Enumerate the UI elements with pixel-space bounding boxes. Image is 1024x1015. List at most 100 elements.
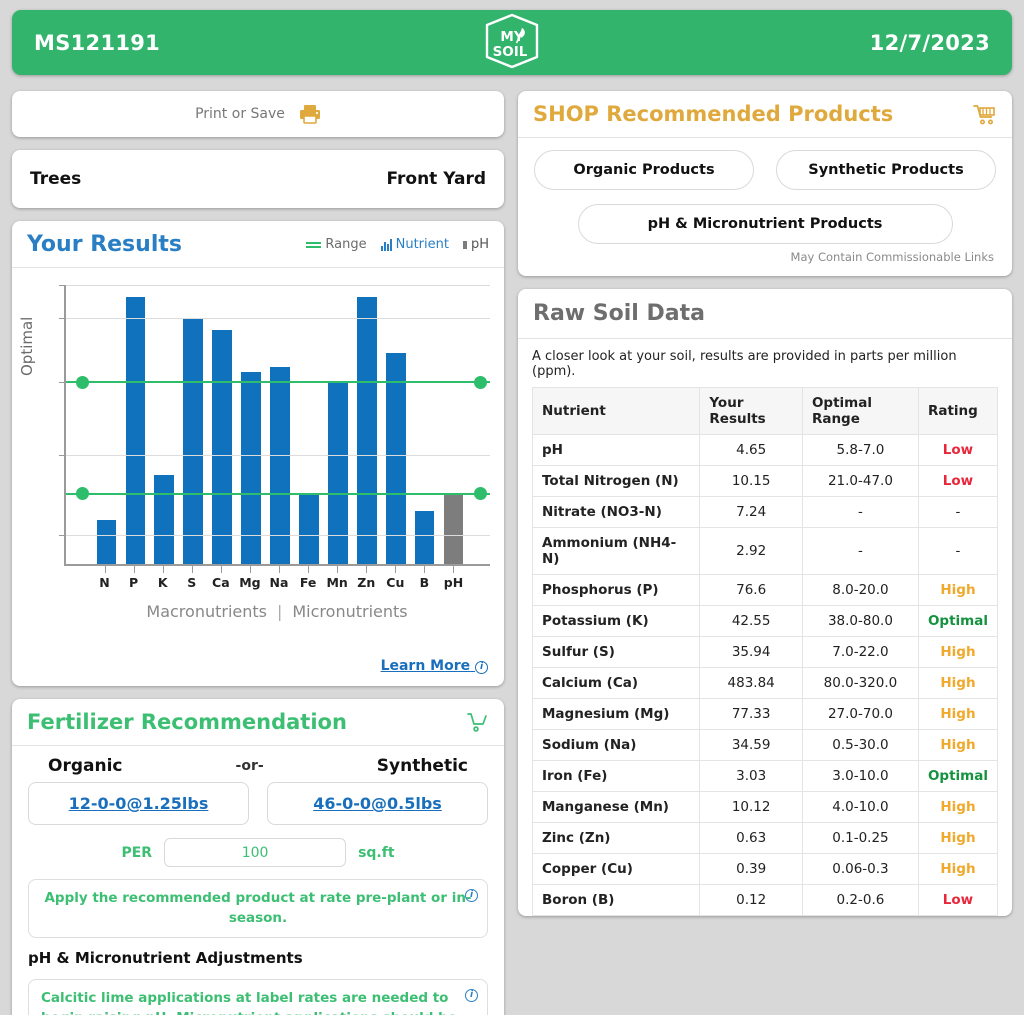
chart-bar-mn[interactable] <box>328 383 348 564</box>
chart-gridline <box>66 318 490 320</box>
cell-nutrient: Nitrate (NO3-N) <box>531 496 701 528</box>
fertilizer-title: Fertilizer Recommendation <box>27 710 347 734</box>
sqft-label: sq.ft <box>358 844 395 861</box>
chart-x-tick <box>381 566 410 573</box>
table-body: pH 4.65 5.8-7.0 Low Total Nitrogen (N) 10.15 2… <box>531 434 999 916</box>
chart-bar-slot <box>439 286 468 564</box>
organic-label: Organic <box>48 756 123 776</box>
cell-rating: Low <box>917 884 999 916</box>
table-row: Sulfur (S) 35.94 7.0-22.0 High <box>531 636 999 668</box>
shopping-cart-icon[interactable] <box>973 104 997 125</box>
fertilizer-header: Fertilizer Recommendation <box>12 699 504 746</box>
chart-bars <box>66 286 490 564</box>
cell-optimal-range: 0.1-0.25 <box>801 822 919 854</box>
cell-your-result: 10.15 <box>699 465 803 497</box>
cell-nutrient: Sodium (Na) <box>531 729 701 761</box>
chart-y-tick <box>59 454 66 456</box>
shop-body: Organic Products Synthetic Products pH &… <box>518 138 1012 276</box>
info-icon[interactable]: i <box>465 989 478 1003</box>
chart-bar-n[interactable] <box>96 519 117 564</box>
fertilizer-recommendation-card: Fertilizer Recommendation Organic -or- S… <box>12 699 504 1015</box>
cell-rating: High <box>917 822 999 854</box>
chart-bar-slot <box>121 286 150 564</box>
raw-soil-data-header: Raw Soil Data <box>518 289 1012 339</box>
apply-note-box: Apply the recommended product at rate pr… <box>28 879 488 939</box>
crop-location-card[interactable]: Trees Front Yard <box>12 150 504 208</box>
print-or-save-button[interactable]: Print or Save <box>12 91 504 137</box>
location-name: Front Yard <box>386 169 486 189</box>
shop-header: SHOP Recommended Products <box>518 91 1012 138</box>
organic-product-link[interactable]: 12-0-0@1.25lbs <box>69 794 209 813</box>
results-learn-more-link[interactable]: Learn More i <box>381 658 488 674</box>
chart-bar-slot <box>92 286 121 564</box>
mysoil-logo-icon: MY SOIL <box>485 13 539 68</box>
cell-rating: High <box>917 791 999 823</box>
table-head: Nutrient Your Results Optimal Range Rati… <box>531 387 999 435</box>
cell-your-result: 76.6 <box>699 574 803 606</box>
column-header-nutrient: Nutrient <box>531 387 701 435</box>
cell-your-result: 3.03 <box>699 760 803 792</box>
synthetic-product-button[interactable]: 46-0-0@0.5lbs <box>267 782 488 825</box>
chart-gridline <box>66 285 490 286</box>
chart-x-label-ph: pH <box>443 575 464 590</box>
chart-x-label-na: Na <box>269 575 289 590</box>
chart-bar-slot <box>237 286 266 564</box>
range-lines-icon <box>306 241 322 248</box>
cell-rating: Low <box>917 465 999 497</box>
info-icon[interactable]: i <box>465 889 478 902</box>
per-label: PER <box>121 844 153 861</box>
cell-nutrient: Potassium (K) <box>531 605 701 637</box>
results-learn-more[interactable]: Learn More i <box>12 653 504 686</box>
cell-your-result: 35.94 <box>699 636 803 668</box>
cell-nutrient: Boron (B) <box>531 884 701 916</box>
chart-x-label-k: K <box>157 575 168 590</box>
chart-bar-b[interactable] <box>414 511 435 564</box>
chart-x-tick <box>294 566 323 573</box>
cell-nutrient: Magnesium (Mg) <box>531 698 701 730</box>
shop-ph-micronutrient-products-button[interactable]: pH & Micronutrient Products <box>577 204 953 244</box>
chart-x-labels: N P K S Ca Mg Na Fe Mn Zn Cu BpH <box>64 573 490 590</box>
cell-optimal-range: 0.06-0.3 <box>801 853 919 885</box>
chart-bar-cu[interactable] <box>385 352 406 564</box>
chart-bar-s[interactable] <box>183 319 204 564</box>
area-input[interactable] <box>164 838 347 867</box>
apply-note-text: Apply the recommended product at rate pr… <box>44 890 472 926</box>
cell-optimal-range: 21.0-47.0 <box>801 465 919 497</box>
cart-icon[interactable] <box>467 712 489 732</box>
your-results-card: Your Results Range Nutrient pH Optimal N… <box>12 221 504 686</box>
printer-icon[interactable] <box>299 104 321 124</box>
organic-product-button[interactable]: 12-0-0@1.25lbs <box>28 782 249 825</box>
chart-bar-ca[interactable] <box>212 330 232 564</box>
raw-soil-data-title: Raw Soil Data <box>533 301 705 326</box>
cell-your-result: 7.24 <box>699 496 803 528</box>
chart-x-tick <box>352 566 381 573</box>
shop-synthetic-products-button[interactable]: Synthetic Products <box>776 150 996 190</box>
chart-bar-ph[interactable] <box>443 494 464 564</box>
chart-bar-fe[interactable] <box>299 494 319 564</box>
table-row: Nitrate (NO3-N) 7.24- - <box>531 496 999 528</box>
chart-x-tick <box>119 566 148 573</box>
chart-y-tick <box>59 535 66 537</box>
info-icon[interactable]: i <box>475 661 488 674</box>
ph-adjustments-box: Calcitic lime applications at label rate… <box>28 979 488 1015</box>
shop-organic-products-button[interactable]: Organic Products <box>534 150 754 190</box>
raw-soil-data-subtitle: A closer look at your soil, results are … <box>532 349 957 379</box>
synthetic-product-link[interactable]: 46-0-0@0.5lbs <box>313 794 442 813</box>
chart-bar-zn[interactable] <box>356 297 377 564</box>
cell-optimal-range: 27.0-70.0 <box>801 698 919 730</box>
chart-bar-slot <box>150 286 179 564</box>
cell-rating: High <box>917 853 999 885</box>
table-row: Ammonium (NH4-N) 2.92- - <box>531 527 999 575</box>
chart-bar-p[interactable] <box>125 297 146 564</box>
cell-optimal-range: - <box>801 527 919 575</box>
chart-bar-slot <box>266 286 295 564</box>
chart-x-label-mn: Mn <box>326 575 348 590</box>
chart-group-labels: Macronutrients | Micronutrients <box>64 602 490 621</box>
table-row: Manganese (Mn) 10.12 4.0-10.0 High <box>531 791 999 823</box>
cell-your-result: 2.92 <box>699 527 803 575</box>
chart-bar-k[interactable] <box>154 475 175 564</box>
chart-x-tick <box>90 566 119 573</box>
optimal-range-line <box>66 375 490 389</box>
cell-your-result: 34.59 <box>699 729 803 761</box>
cell-your-result: 0.63 <box>699 822 803 854</box>
